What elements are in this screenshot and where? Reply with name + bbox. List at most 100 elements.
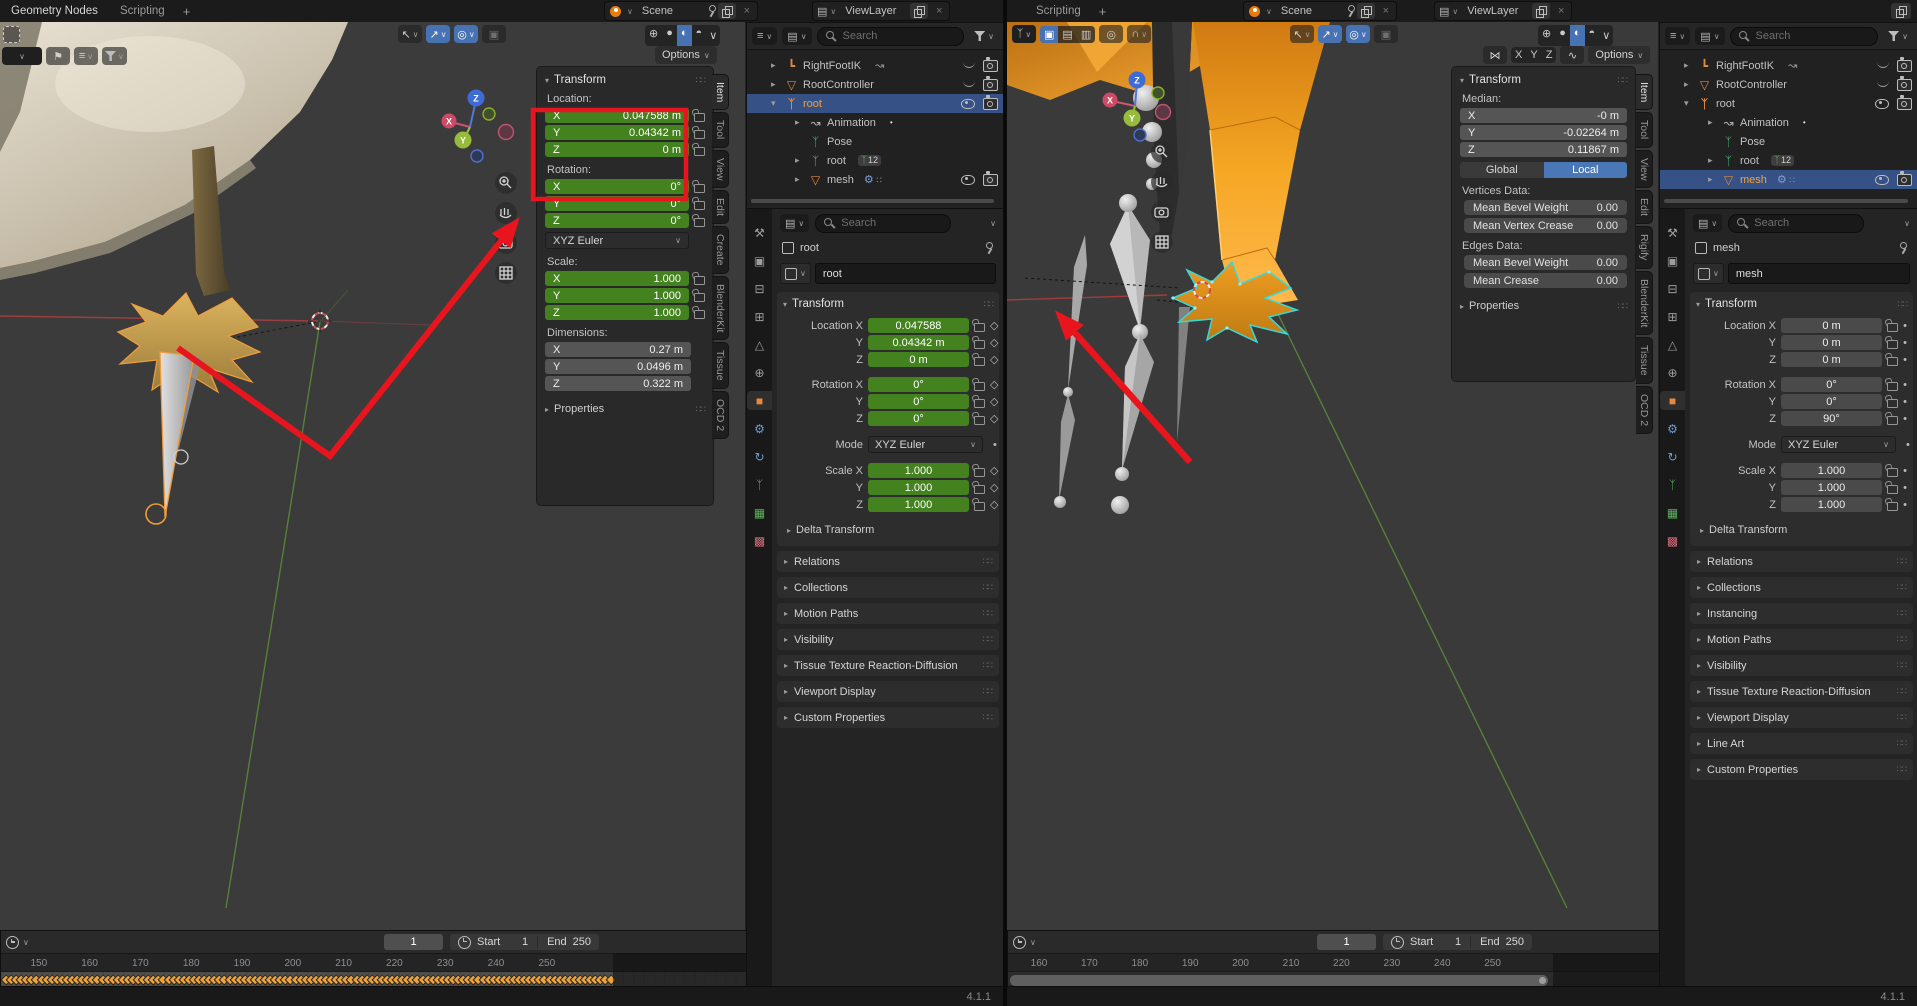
visibility-eye-icon[interactable] xyxy=(1875,99,1889,109)
properties-tab-icon[interactable]: ▣ xyxy=(1661,251,1684,270)
pin-icon[interactable] xyxy=(706,5,717,17)
render-visibility-icon[interactable] xyxy=(1897,79,1912,91)
properties-tab-icon[interactable]: ⚙ xyxy=(748,419,771,438)
number-field[interactable]: X1.000 xyxy=(545,271,689,286)
frame-range-controls[interactable]: Start1 End250 xyxy=(450,934,599,950)
transform-orientation-icon[interactable]: ≡∨ xyxy=(74,47,98,65)
keyframe-icon[interactable]: • xyxy=(1903,396,1907,408)
workspace-tab[interactable]: Scripting xyxy=(1025,2,1092,20)
visibility-eye-closed-icon[interactable] xyxy=(963,80,975,87)
shading-mode-switch[interactable]: ⊕●◐◓∨ xyxy=(1538,25,1613,46)
xray-toggle-icon[interactable]: ▣ xyxy=(1374,25,1398,43)
properties-tab-icon[interactable]: ᛉ xyxy=(1661,475,1684,494)
options-button[interactable]: Options∨ xyxy=(1588,46,1650,64)
lock-icon[interactable] xyxy=(1887,502,1898,511)
timeline-editor-icon[interactable] xyxy=(6,936,19,949)
render-visibility-icon[interactable] xyxy=(983,60,998,72)
object-type-dropdown[interactable]: ∨ xyxy=(780,263,811,284)
collapsed-panel[interactable]: ▸Line Art∷∷ xyxy=(1690,733,1913,754)
number-field[interactable]: 90° xyxy=(1781,411,1882,426)
properties-tab-icon[interactable]: ⊕ xyxy=(748,363,771,382)
properties-tab-icon[interactable]: ■ xyxy=(1660,391,1685,410)
disclosure-arrow-icon[interactable]: ▸ xyxy=(771,60,783,71)
number-field[interactable]: 1.000 xyxy=(868,480,969,495)
outliner-id-icon[interactable]: ▤∨ xyxy=(782,27,811,45)
timeline-editor-icon[interactable] xyxy=(1013,936,1026,949)
number-field[interactable]: 0.047588 xyxy=(868,318,969,333)
outliner-search[interactable] xyxy=(817,27,965,46)
new-scene-button[interactable] xyxy=(718,3,736,19)
outliner-row[interactable]: ▸ RootController ↝ • ⚙ xyxy=(1660,75,1917,94)
lock-icon[interactable] xyxy=(694,310,705,319)
sidebar-tab[interactable]: Edit xyxy=(712,190,729,224)
properties-search[interactable] xyxy=(815,214,951,233)
edge-data-field[interactable]: Mean Bevel Weight0.00 xyxy=(1464,255,1627,270)
mirror-axis-buttons[interactable]: XYZ xyxy=(1511,47,1556,63)
rotation-mode-dropdown[interactable]: XYZ Euler∨ xyxy=(545,232,689,249)
number-field[interactable]: X0.27 m xyxy=(545,342,691,357)
keyframe-icon[interactable]: ◇ xyxy=(990,378,998,391)
lock-icon[interactable] xyxy=(1887,357,1898,366)
show-overlays-icon[interactable]: ◎∨ xyxy=(1346,25,1370,43)
properties-editor-type[interactable]: ▤∨ xyxy=(780,214,809,232)
disclosure-arrow-icon[interactable]: ▸ xyxy=(1708,174,1720,185)
show-gizmo-icon[interactable]: ↗∨ xyxy=(1318,25,1342,43)
render-visibility-icon[interactable] xyxy=(1897,98,1912,110)
number-field[interactable]: 1.000 xyxy=(868,497,969,512)
properties-tab-icon[interactable]: ⚒ xyxy=(748,223,771,242)
edge-data-field[interactable]: Mean Crease0.00 xyxy=(1464,273,1627,288)
collapsed-panel[interactable]: ▸Viewport Display∷∷ xyxy=(777,681,999,702)
keyframe-icon[interactable]: • xyxy=(1903,354,1907,366)
render-visibility-icon[interactable] xyxy=(983,79,998,91)
sidebar-tab[interactable]: View xyxy=(712,150,729,189)
number-field[interactable]: 1.000 xyxy=(1781,480,1882,495)
properties-tab-icon[interactable]: ⊞ xyxy=(1661,307,1684,326)
collapsed-panel[interactable]: ▸Viewport Display∷∷ xyxy=(1690,707,1913,728)
lock-icon[interactable] xyxy=(1887,340,1898,349)
outliner-filter[interactable]: ∨ xyxy=(969,27,999,45)
outliner-row[interactable]: ▸ RootController ↝ • ⚙ xyxy=(747,75,1003,94)
outliner-row[interactable]: ▸ RightFootIK ↝ • ⚙ xyxy=(1660,56,1917,75)
pin-icon[interactable] xyxy=(1897,242,1908,254)
pin-icon[interactable] xyxy=(983,242,994,254)
timeline-scrollbar[interactable] xyxy=(1010,975,1548,986)
properties-tab-icon[interactable]: △ xyxy=(748,335,771,354)
outliner-row[interactable]: Pose ↝ • ⚙ xyxy=(1660,132,1917,151)
properties-tab-icon[interactable]: ▩ xyxy=(748,531,771,550)
sidebar-tab[interactable]: Item xyxy=(1636,74,1653,110)
add-workspace-button[interactable]: + xyxy=(1092,4,1114,19)
number-field[interactable]: 1.000 xyxy=(1781,497,1882,512)
outliner-row[interactable]: ▸ RightFootIK ↝ • ⚙ xyxy=(747,56,1003,75)
show-gizmo-icon[interactable]: ↗∨ xyxy=(426,25,450,43)
collapsed-panel[interactable]: ▸Visibility∷∷ xyxy=(777,629,999,650)
render-visibility-icon[interactable] xyxy=(1897,174,1912,186)
filter-icon[interactable]: ∨ xyxy=(102,47,127,65)
keyframe-icon[interactable]: • xyxy=(1906,439,1910,451)
number-field[interactable]: Z0° xyxy=(545,213,689,228)
number-field[interactable]: 0 m xyxy=(1781,352,1882,367)
outliner-row[interactable]: ▾ root ↝ • ⚙ xyxy=(1660,94,1917,113)
close-scene-button[interactable]: × xyxy=(738,3,756,19)
properties-tab-icon[interactable]: ⊕ xyxy=(1661,363,1684,382)
keyframe-icon[interactable]: ◇ xyxy=(990,353,998,366)
number-field[interactable]: Z0.322 m xyxy=(545,376,691,391)
outliner-display-mode[interactable]: ≡∨ xyxy=(1665,27,1690,45)
scene-selector[interactable]: ∨Scene× xyxy=(1243,2,1397,20)
disclosure-arrow-icon[interactable]: ▸ xyxy=(1684,79,1696,90)
lock-icon[interactable] xyxy=(1887,399,1898,408)
properties-subpanel[interactable]: ▸Properties∷∷ xyxy=(1460,300,1627,312)
sidebar-tab[interactable]: BlenderKit xyxy=(712,276,729,340)
disclosure-arrow-icon[interactable]: ▸ xyxy=(795,117,807,128)
sidebar-tab[interactable]: Rigify xyxy=(1636,226,1653,268)
object-type-dropdown[interactable]: ∨ xyxy=(1693,263,1724,284)
keyframe-icon[interactable]: • xyxy=(1903,320,1907,332)
mode-dropdown[interactable]: ∨ xyxy=(2,47,42,65)
lock-icon[interactable] xyxy=(1887,468,1898,477)
keyframe-icon[interactable]: • xyxy=(1903,482,1907,494)
viewlayer-selector[interactable]: ▤∨ViewLayer× xyxy=(812,2,950,20)
proportional-edit-icon[interactable]: ◎ xyxy=(1099,25,1123,43)
use-preview-range-icon[interactable] xyxy=(458,936,471,949)
lock-icon[interactable] xyxy=(974,416,985,425)
bookmark-icon[interactable]: ⚑ xyxy=(46,47,70,65)
lock-icon[interactable] xyxy=(694,276,705,285)
